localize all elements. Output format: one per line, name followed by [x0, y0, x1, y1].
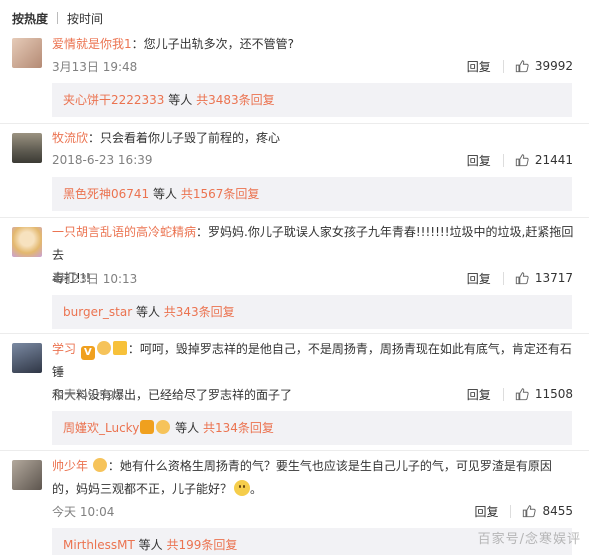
reply-button[interactable]: 回复	[474, 503, 498, 520]
reply-button[interactable]: 回复	[467, 270, 491, 287]
meta-divider	[502, 59, 504, 73]
like-count: 13717	[534, 271, 573, 285]
like-count: 39992	[534, 59, 573, 73]
like-icon[interactable]	[515, 271, 529, 285]
comment-time: 今天 10:04	[52, 504, 115, 519]
sub-reply-user[interactable]: 周嫤欢_Lucky	[63, 421, 139, 435]
like-icon[interactable]	[515, 59, 529, 73]
comment-body: 牧流欣：只会看着你儿子毁了前程的，疼心	[52, 127, 575, 150]
member-face-icon	[96, 341, 111, 355]
comment-username[interactable]: 爱情就是你我1	[52, 37, 132, 51]
sub-reply-total[interactable]: 共1567条回复	[181, 187, 260, 201]
avatar[interactable]	[12, 133, 42, 163]
comment-meta: 3月13日 19:48 回复 39992	[52, 58, 573, 74]
sub-reply-summary[interactable]: 黑色死神06741 等人 共1567条回复	[52, 177, 572, 211]
like-count: 21441	[534, 153, 573, 167]
divider	[0, 123, 589, 124]
divider	[0, 450, 589, 451]
comment-text: ：您儿子出轨多次，还不管管?	[131, 37, 295, 51]
comment-meta: 今天 09:59 回复 11508	[52, 386, 573, 402]
reply-button[interactable]: 回复	[467, 58, 491, 75]
comment-body: 爱情就是你我1：您儿子出轨多次，还不管管?	[52, 33, 575, 56]
sub-reply-user[interactable]: burger_star	[63, 305, 132, 319]
verified-badge-icon: V	[80, 346, 95, 360]
avatar[interactable]	[12, 460, 42, 490]
sub-reply-summary[interactable]: 夹心饼干2222333 等人 共3483条回复	[52, 83, 572, 117]
reply-button[interactable]: 回复	[467, 152, 491, 169]
comment-time: 3月13日 19:48	[52, 59, 138, 74]
like-icon[interactable]	[515, 153, 529, 167]
avatar[interactable]	[12, 227, 42, 257]
comment-text-cont: 的，妈妈三观都不正，儿子能好？	[52, 482, 233, 496]
sub-reply-mid: 等人	[149, 187, 181, 201]
comment-text: ：呵呵，毁掉罗志祥的是他自己，不是周扬青，周扬青现在如此有底气，肯定还有石锤	[52, 342, 572, 379]
watermark: 百家号/念寒娱评	[477, 532, 581, 547]
sub-reply-total[interactable]: 共343条回复	[164, 305, 235, 319]
sub-reply-mid: 等人	[132, 305, 164, 319]
meta-divider	[502, 387, 504, 401]
comment-username[interactable]: 学习	[52, 342, 76, 356]
sub-reply-mid: 等人	[171, 421, 203, 435]
fan-crown-icon	[112, 341, 127, 355]
sub-reply-mid: 等人	[134, 538, 167, 552]
comment-username[interactable]: 帅少年	[52, 459, 88, 473]
member-face-icon	[92, 458, 107, 472]
divider	[0, 333, 589, 334]
comment-text: ：她有什么资格生周扬青的气？要生气也应该是生自己儿子的气，可见罗渣是有原因	[107, 459, 552, 473]
comment-body: 帅少年 ：她有什么资格生周扬青的气？要生气也应该是生自己儿子的气，可见罗渣是有原…	[52, 455, 575, 501]
verified-badge-icon	[140, 420, 155, 434]
comment-meta: 2018-6-23 16:39 回复 21441	[52, 152, 573, 168]
comment-time: 4月23日 10:13	[52, 271, 138, 286]
sub-reply-user[interactable]: 夹心饼干2222333	[63, 93, 164, 107]
comment-time: 2018-6-23 16:39	[52, 153, 153, 167]
comment-meta: 今天 10:04 回复 8455	[52, 503, 573, 519]
sub-reply-user[interactable]: 黑色死神06741	[63, 187, 149, 201]
comment-meta: 4月23日 10:13 回复 13717	[52, 270, 573, 286]
avatar[interactable]	[12, 38, 42, 68]
sub-reply-total[interactable]: 共134条回复	[203, 421, 274, 435]
like-count: 8455	[542, 504, 573, 518]
reply-button[interactable]: 回复	[467, 386, 491, 403]
sort-separator	[57, 12, 59, 24]
sub-reply-summary[interactable]: burger_star 等人 共343条回复	[52, 295, 572, 329]
sub-reply-user[interactable]: MirthlessMT	[63, 538, 135, 552]
sort-by-time-tab[interactable]: 按时间	[67, 10, 103, 27]
comment-text: ：只会看着你儿子毁了前程的，疼心	[88, 131, 281, 145]
like-icon[interactable]	[515, 387, 529, 401]
thinking-emoji-icon	[234, 480, 251, 496]
sub-reply-mid: 等人	[164, 93, 197, 107]
sub-reply-summary[interactable]: 周嫤欢_Lucky 等人 共134条回复	[52, 411, 572, 445]
avatar[interactable]	[12, 343, 42, 373]
member-face-icon	[156, 420, 171, 434]
sort-bar: 按热度 按时间	[12, 9, 103, 27]
meta-divider	[510, 504, 512, 518]
meta-divider	[502, 153, 504, 167]
meta-divider	[502, 271, 504, 285]
like-icon[interactable]	[522, 504, 537, 518]
divider	[0, 217, 589, 218]
comment-time: 今天 09:59	[52, 387, 115, 402]
comment-username[interactable]: 牧流欣	[52, 131, 88, 145]
sub-reply-total[interactable]: 共199条回复	[166, 538, 237, 552]
sub-reply-total[interactable]: 共3483条回复	[196, 93, 275, 107]
sort-by-hot-tab[interactable]: 按热度	[12, 10, 48, 27]
like-count: 11508	[534, 387, 573, 401]
comment-username[interactable]: 一只胡言乱语的高冷蛇精病	[52, 225, 196, 239]
comment-text-end: 。	[250, 482, 263, 496]
